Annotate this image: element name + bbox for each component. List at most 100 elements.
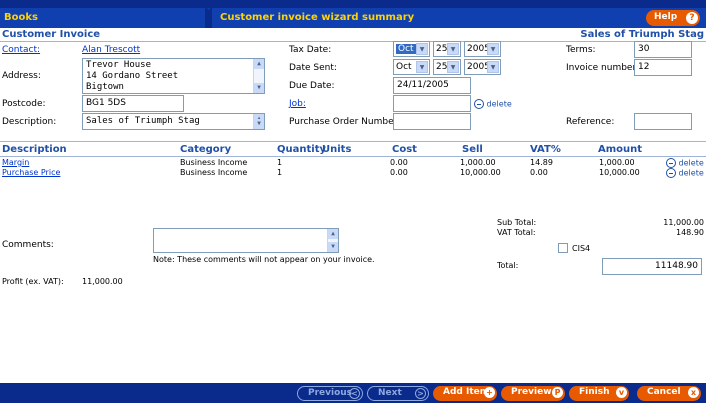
profit-value: 11,000.00 xyxy=(82,277,123,286)
chevron-down-icon: ▼ xyxy=(447,61,459,73)
chevron-down-icon: ▼ xyxy=(447,43,459,55)
cancel-button-label: Cancel xyxy=(647,387,681,397)
address-label: Address: xyxy=(2,71,41,81)
table-top-divider xyxy=(0,141,706,142)
next-button-label: Next xyxy=(378,388,402,398)
description-label: Description: xyxy=(2,117,57,127)
job-delete-link[interactable]: delete xyxy=(474,99,512,109)
vat-total-value: 148.90 xyxy=(676,228,704,237)
finish-button-label: Finish xyxy=(579,387,610,397)
section-tab-books[interactable]: Books xyxy=(0,8,210,28)
job-delete-label: delete xyxy=(486,99,512,109)
next-button[interactable]: Next > xyxy=(367,386,429,401)
address-line-2: 14 Gordano Street xyxy=(86,71,179,81)
total-label: Total: xyxy=(497,261,519,270)
address-line-1: Trevor House xyxy=(86,60,152,70)
chevron-right-icon: > xyxy=(415,388,426,399)
col-cost: Cost xyxy=(392,144,417,155)
preview-button[interactable]: Preview P xyxy=(501,386,565,401)
scroll-down-icon[interactable]: ▼ xyxy=(254,119,264,129)
preview-icon: P xyxy=(552,387,563,398)
date-sent-year-select[interactable]: 2005 ▼ xyxy=(464,59,501,75)
terms-label: Terms: xyxy=(566,45,596,55)
invoice-number-field[interactable]: 12 xyxy=(634,59,692,76)
row-sell: 1,000.00 xyxy=(460,158,496,167)
row-amount: 1,000.00 xyxy=(599,158,635,167)
row-delete-label: delete xyxy=(678,168,704,178)
row-delete-link[interactable]: delete xyxy=(666,168,704,178)
title-bar: Books Customer invoice wizard summary He… xyxy=(0,0,706,28)
terms-field[interactable]: 30 xyxy=(634,41,692,58)
add-item-button-label: Add Item xyxy=(443,387,490,397)
row-vat: 0.00 xyxy=(530,168,548,177)
chevron-left-icon: < xyxy=(349,388,360,399)
comments-textarea[interactable]: ▲ ▼ xyxy=(153,228,339,253)
row-description-link[interactable]: Purchase Price xyxy=(2,168,60,177)
tax-date-month-select[interactable]: Oct ▼ xyxy=(393,41,430,57)
row-quantity: 1 xyxy=(277,168,283,177)
scroll-down-icon[interactable]: ▼ xyxy=(328,242,338,252)
col-quantity: Quantity xyxy=(277,144,326,155)
wizard-footer: Previous < Next > Add Item + Preview P F… xyxy=(0,383,706,403)
col-category: Category xyxy=(180,144,232,155)
col-vat: VAT% xyxy=(530,144,561,155)
row-description-link[interactable]: Margin xyxy=(2,158,29,167)
date-sent-month-select[interactable]: Oct ▼ xyxy=(393,59,430,75)
previous-button[interactable]: Previous < xyxy=(297,386,363,401)
help-button-label: Help xyxy=(654,12,678,22)
previous-button-label: Previous xyxy=(308,388,353,398)
row-category: Business Income xyxy=(180,158,248,167)
finish-button[interactable]: Finish v xyxy=(569,386,629,401)
add-item-button[interactable]: Add Item + xyxy=(433,386,497,401)
tax-date-day-value: 25 xyxy=(436,44,448,54)
chevron-down-icon: ▼ xyxy=(487,43,499,55)
address-line-3: Bigtown xyxy=(86,82,124,92)
profit-label: Profit (ex. VAT): xyxy=(2,277,64,286)
chevron-down-icon: ▼ xyxy=(487,61,499,73)
cancel-button[interactable]: Cancel x xyxy=(637,386,701,401)
scroll-down-icon[interactable]: ▼ xyxy=(254,83,264,93)
total-field[interactable]: 11148.90 xyxy=(602,258,702,275)
col-description: Description xyxy=(2,144,67,155)
date-sent-day-select[interactable]: 25 ▼ xyxy=(433,59,461,75)
help-button[interactable]: Help ? xyxy=(646,10,700,26)
row-category: Business Income xyxy=(180,168,248,177)
vat-total-label: VAT Total: xyxy=(497,228,536,237)
postcode-field[interactable]: BG1 5DS xyxy=(82,95,184,112)
po-number-field[interactable] xyxy=(393,113,471,130)
due-date-label: Due Date: xyxy=(289,81,335,91)
description-scrollbar[interactable]: ▲ ▼ xyxy=(253,114,264,129)
contact-label-link[interactable]: Contact: xyxy=(2,45,40,55)
row-vat: 14.89 xyxy=(530,158,553,167)
help-icon: ? xyxy=(686,12,698,24)
col-sell: Sell xyxy=(462,144,483,155)
address-scrollbar[interactable]: ▲ ▼ xyxy=(253,59,264,93)
tax-date-year-select[interactable]: 2005 ▼ xyxy=(464,41,501,57)
page-title: Customer invoice wizard summary xyxy=(212,8,706,28)
minus-circle-icon xyxy=(666,168,676,178)
reference-label: Reference: xyxy=(566,117,615,127)
invoice-name-heading: Sales of Triumph Stag xyxy=(580,29,704,40)
reference-field[interactable] xyxy=(634,113,692,130)
minus-circle-icon xyxy=(666,158,676,168)
tax-date-day-select[interactable]: 25 ▼ xyxy=(433,41,461,57)
description-field[interactable]: Sales of Triumph Stag ▲ ▼ xyxy=(82,113,265,130)
row-delete-link[interactable]: delete xyxy=(666,158,704,168)
col-units: Units xyxy=(322,144,352,155)
scroll-up-icon[interactable]: ▲ xyxy=(328,229,338,239)
table-header-divider xyxy=(0,156,706,157)
job-field[interactable] xyxy=(393,95,471,112)
row-delete-label: delete xyxy=(678,158,704,168)
scroll-up-icon[interactable]: ▲ xyxy=(254,59,264,69)
postcode-label: Postcode: xyxy=(2,99,46,109)
job-link[interactable]: Job: xyxy=(289,99,306,109)
cis4-checkbox[interactable] xyxy=(558,243,568,253)
row-amount: 10,000.00 xyxy=(599,168,640,177)
cis4-label: CIS4 xyxy=(572,244,591,253)
date-sent-label: Date Sent: xyxy=(289,63,337,73)
contact-name-link[interactable]: Alan Trescott xyxy=(82,45,140,55)
comments-scrollbar[interactable]: ▲ ▼ xyxy=(327,229,338,252)
address-textarea[interactable]: Trevor House 14 Gordano Street Bigtown ▲… xyxy=(82,58,265,94)
tax-date-label: Tax Date: xyxy=(289,45,332,55)
due-date-field[interactable]: 24/11/2005 xyxy=(393,77,471,94)
